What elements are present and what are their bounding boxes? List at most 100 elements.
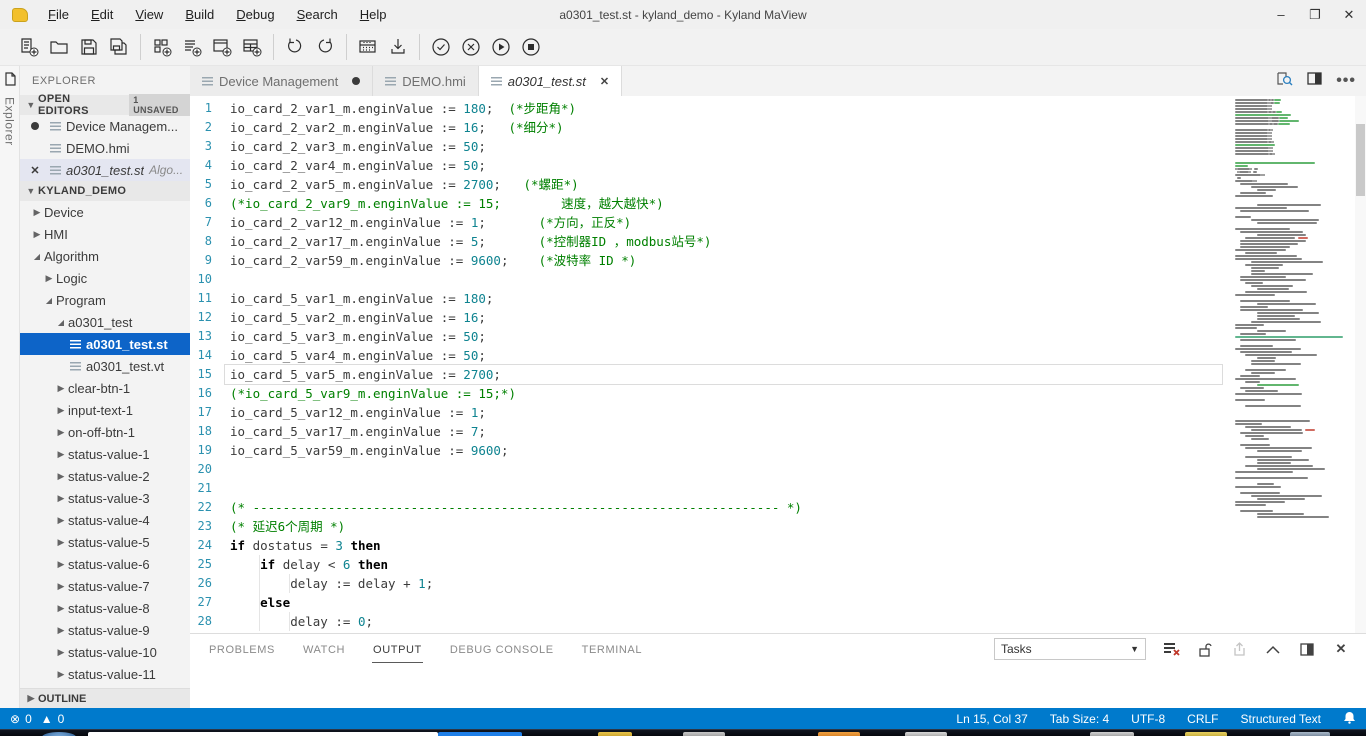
sidebar-item-status-value-4[interactable]: ▶status-value-4: [20, 509, 190, 531]
new-project-button[interactable]: [14, 34, 44, 60]
code-line-14[interactable]: 14io_card_5_var4_m.enginValue := 50;: [190, 346, 1231, 365]
code-area[interactable]: 1io_card_2_var1_m.enginValue := 180; (*步…: [190, 96, 1231, 633]
taskbar-app-icon[interactable]: [1185, 732, 1227, 736]
code-line-10[interactable]: 10: [190, 270, 1231, 289]
new-hmi-button[interactable]: [207, 34, 237, 60]
sidebar-item-status-value-6[interactable]: ▶status-value-6: [20, 553, 190, 575]
minimap[interactable]: [1231, 96, 1355, 633]
sidebar-item-input-text-1[interactable]: ▶input-text-1: [20, 399, 190, 421]
sidebar-item-status-value-7[interactable]: ▶status-value-7: [20, 575, 190, 597]
status-item[interactable]: CRLF: [1187, 712, 1218, 726]
sidebar-item-Program[interactable]: ◢Program: [20, 289, 190, 311]
code-line-13[interactable]: 13io_card_5_var3_m.enginValue := 50;: [190, 327, 1231, 346]
more-actions-icon[interactable]: •••: [1336, 72, 1356, 90]
open-editors-header[interactable]: ▼ OPEN EDITORS 1 UNSAVED: [20, 95, 190, 115]
unlock-icon[interactable]: [1196, 640, 1214, 658]
sidebar-item-on-off-btn-1[interactable]: ▶on-off-btn-1: [20, 421, 190, 443]
sidebar-item-a0301_test[interactable]: ◢a0301_test: [20, 311, 190, 333]
menu-view[interactable]: View: [125, 3, 173, 26]
taskbar-search-box[interactable]: [88, 732, 438, 736]
sidebar-item-clear-btn-1[interactable]: ▶clear-btn-1: [20, 377, 190, 399]
open-editor-item[interactable]: Device Managem...: [20, 115, 190, 137]
explorer-file-icon[interactable]: [3, 72, 17, 91]
sidebar-item-a0301_test.st[interactable]: a0301_test.st: [20, 333, 190, 355]
bell-icon[interactable]: [1343, 711, 1356, 727]
code-line-4[interactable]: 4io_card_2_var4_m.enginValue := 50;: [190, 156, 1231, 175]
taskbar-app-icon[interactable]: [598, 732, 632, 736]
code-line-8[interactable]: 8io_card_2_var17_m.enginValue := 5; (*控制…: [190, 232, 1231, 251]
code-line-22[interactable]: 22(* -----------------------------------…: [190, 498, 1231, 517]
menu-search[interactable]: Search: [287, 3, 348, 26]
open-editor-item[interactable]: ✕a0301_test.stAlgo...: [20, 159, 190, 181]
code-line-1[interactable]: 1io_card_2_var1_m.enginValue := 180; (*步…: [190, 99, 1231, 118]
new-device-button[interactable]: [147, 34, 177, 60]
menu-debug[interactable]: Debug: [226, 3, 284, 26]
code-line-26[interactable]: 26 delay := delay + 1;: [190, 574, 1231, 593]
close-panel-icon[interactable]: ✕: [1332, 640, 1350, 658]
problems-summary[interactable]: ⊗ 0 ▲ 0: [10, 712, 64, 726]
open-editor-item[interactable]: DEMO.hmi: [20, 137, 190, 159]
code-line-17[interactable]: 17io_card_5_var12_m.enginValue := 1;: [190, 403, 1231, 422]
save-all-button[interactable]: [104, 34, 134, 60]
sidebar-item-status-value-3[interactable]: ▶status-value-3: [20, 487, 190, 509]
tab-Device Management[interactable]: Device Management: [190, 66, 373, 96]
split-editor-icon[interactable]: [1307, 72, 1322, 90]
status-item[interactable]: Structured Text: [1241, 712, 1321, 726]
status-item[interactable]: UTF-8: [1131, 712, 1165, 726]
close-button[interactable]: ✕: [1332, 0, 1366, 29]
sidebar-item-HMI[interactable]: ▶HMI: [20, 223, 190, 245]
code-line-5[interactable]: 5io_card_2_var5_m.enginValue := 2700; (*…: [190, 175, 1231, 194]
close-icon[interactable]: ✕: [600, 75, 609, 88]
sidebar-item-status-value-2[interactable]: ▶status-value-2: [20, 465, 190, 487]
windows-taskbar[interactable]: [0, 729, 1366, 736]
status-item[interactable]: Tab Size: 4: [1050, 712, 1109, 726]
output-content[interactable]: [190, 664, 1366, 708]
code-line-12[interactable]: 12io_card_5_var2_m.enginValue := 16;: [190, 308, 1231, 327]
sidebar-item-a0301_test.vt[interactable]: a0301_test.vt: [20, 355, 190, 377]
taskbar-app-icon[interactable]: [1290, 732, 1330, 736]
code-line-27[interactable]: 27 else: [190, 593, 1231, 612]
sidebar-item-status-value-5[interactable]: ▶status-value-5: [20, 531, 190, 553]
code-line-15[interactable]: 15io_card_5_var5_m.enginValue := 2700;: [190, 365, 1231, 384]
panel-layout-icon[interactable]: [1298, 640, 1316, 658]
minimize-button[interactable]: –: [1264, 0, 1298, 29]
tab-a0301_test.st[interactable]: a0301_test.st✕: [479, 66, 622, 96]
code-line-20[interactable]: 20: [190, 460, 1231, 479]
sidebar-item-Logic[interactable]: ▶Logic: [20, 267, 190, 289]
menu-file[interactable]: File: [38, 3, 79, 26]
check-button[interactable]: [426, 34, 456, 60]
code-line-3[interactable]: 3io_card_2_var3_m.enginValue := 50;: [190, 137, 1231, 156]
sidebar-item-status-value-11[interactable]: ▶status-value-11: [20, 663, 190, 685]
menu-build[interactable]: Build: [175, 3, 224, 26]
code-line-23[interactable]: 23(* 延迟6个周期 *): [190, 517, 1231, 536]
variable-table-button[interactable]: [353, 34, 383, 60]
taskbar-app-icon[interactable]: [905, 732, 947, 736]
sidebar-item-status-value-8[interactable]: ▶status-value-8: [20, 597, 190, 619]
code-line-19[interactable]: 19io_card_5_var59_m.enginValue := 9600;: [190, 441, 1231, 460]
close-editor-icon[interactable]: ✕: [20, 164, 50, 177]
menu-help[interactable]: Help: [350, 3, 397, 26]
sidebar-item-status-value-9[interactable]: ▶status-value-9: [20, 619, 190, 641]
code-line-2[interactable]: 2io_card_2_var2_m.enginValue := 16; (*细分…: [190, 118, 1231, 137]
code-line-21[interactable]: 21: [190, 479, 1231, 498]
restore-button[interactable]: ❐: [1298, 0, 1332, 29]
code-line-18[interactable]: 18io_card_5_var17_m.enginValue := 7;: [190, 422, 1231, 441]
code-line-24[interactable]: 24if dostatus = 3 then: [190, 536, 1231, 555]
menu-edit[interactable]: Edit: [81, 3, 123, 26]
preview-search-icon[interactable]: [1276, 71, 1293, 91]
scrollbar-thumb[interactable]: [1356, 124, 1365, 196]
code-line-16[interactable]: 16(*io_card_5_var9_m.enginValue := 15;*): [190, 384, 1231, 403]
panel-tab-watch[interactable]: WATCH: [302, 636, 346, 662]
status-item[interactable]: Ln 15, Col 37: [956, 712, 1027, 726]
open-project-button[interactable]: [44, 34, 74, 60]
new-variable-table-button[interactable]: [237, 34, 267, 60]
editor[interactable]: 1io_card_2_var1_m.enginValue := 180; (*步…: [190, 96, 1366, 633]
output-channel-select[interactable]: Tasks ▼: [994, 638, 1146, 660]
code-line-11[interactable]: 11io_card_5_var1_m.enginValue := 180;: [190, 289, 1231, 308]
vertical-scrollbar[interactable]: [1355, 96, 1366, 633]
sidebar-item-status-value-1[interactable]: ▶status-value-1: [20, 443, 190, 465]
panel-tab-terminal[interactable]: TERMINAL: [581, 636, 643, 662]
close-icon[interactable]: ✕: [30, 164, 39, 177]
undo-button[interactable]: [280, 34, 310, 60]
code-line-28[interactable]: 28 delay := 0;: [190, 612, 1231, 631]
